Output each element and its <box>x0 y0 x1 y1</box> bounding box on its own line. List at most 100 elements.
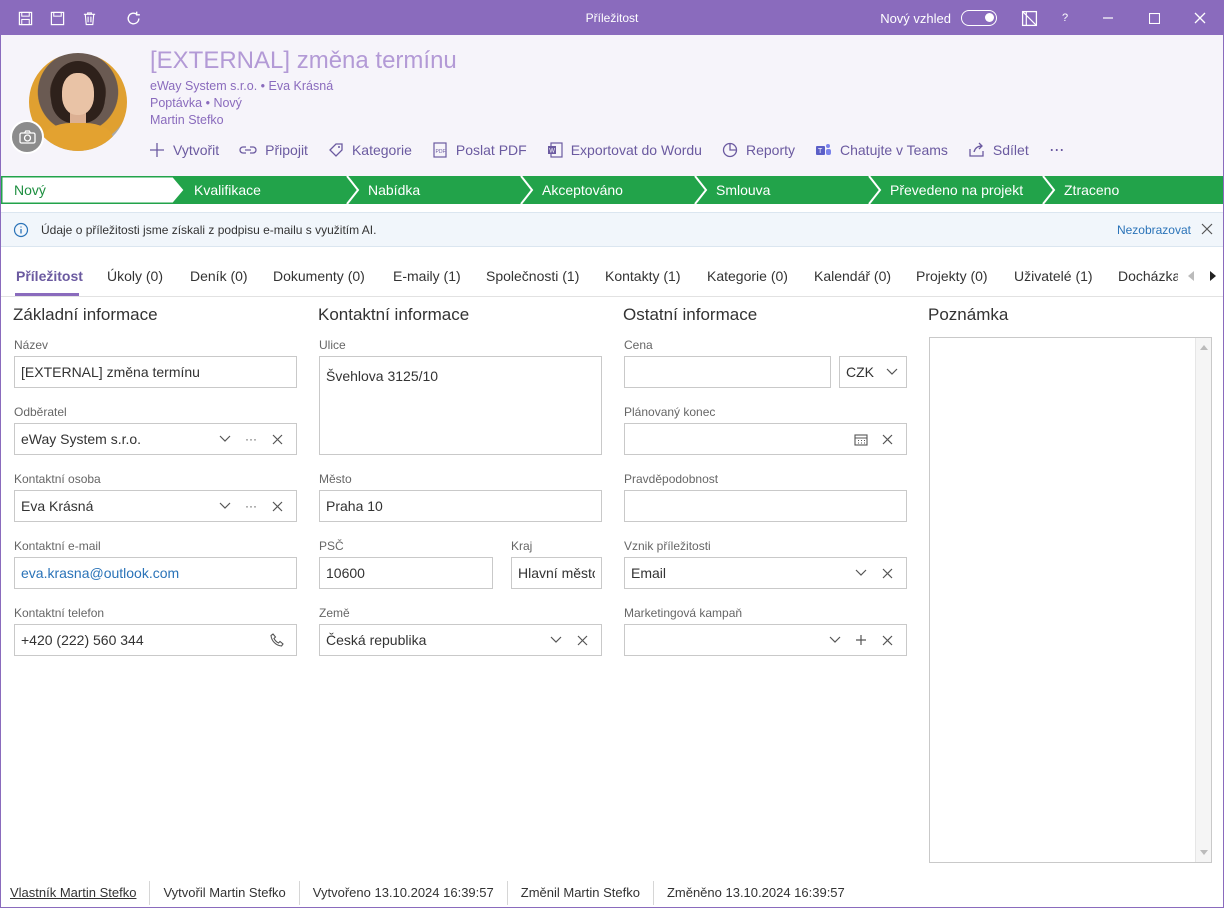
clear-icon[interactable] <box>264 434 290 445</box>
name-field[interactable]: [EXTERNAL] změna termínu <box>14 356 297 388</box>
camera-icon[interactable] <box>10 120 44 154</box>
price-field[interactable] <box>624 356 831 388</box>
help-button[interactable]: ? <box>1045 12 1085 24</box>
customer-field[interactable]: eWay System s.r.o. ··· <box>14 423 297 455</box>
delete-icon[interactable] <box>73 1 105 35</box>
other-info-title: Ostatní informace <box>623 305 758 324</box>
chevron-down-icon[interactable] <box>884 368 900 376</box>
chevron-down-icon[interactable] <box>822 636 848 644</box>
tab-attendance[interactable]: Docházka <box>1118 268 1178 284</box>
opportunity-window: Příležitost Nový vzhled ? [EXTERNAL] změ… <box>0 0 1224 908</box>
action-toolbar: Vytvořit Připojit Kategorie PDF Poslat P… <box>149 139 1084 160</box>
share-icon <box>969 142 984 157</box>
note-textarea[interactable] <box>929 337 1212 863</box>
clear-icon[interactable] <box>264 501 290 512</box>
chevron-down-icon[interactable] <box>212 435 238 443</box>
zip-field[interactable]: 10600 <box>319 557 493 589</box>
more-button[interactable]: ··· <box>1049 139 1065 160</box>
tab-documents[interactable]: Dokumenty (0) <box>273 268 365 284</box>
city-label: Město <box>319 472 352 486</box>
reports-button[interactable]: Reporty <box>722 142 795 158</box>
tab-projects[interactable]: Projekty (0) <box>916 268 988 284</box>
tab-journal[interactable]: Deník (0) <box>190 268 248 284</box>
send-pdf-button[interactable]: PDF Poslat PDF <box>432 142 527 158</box>
scroll-up-icon[interactable] <box>1200 344 1208 350</box>
save-icon[interactable] <box>41 1 73 35</box>
planned-end-field[interactable] <box>624 423 907 455</box>
contact-phone-field[interactable]: +420 (222) 560 344 <box>14 624 297 656</box>
create-button[interactable]: Vytvořit <box>149 142 219 158</box>
teams-chat-button[interactable]: T Chatujte v Teams <box>815 142 948 158</box>
record-title: [EXTERNAL] změna termínu <box>150 47 457 74</box>
tag-icon <box>329 142 343 157</box>
new-look-label: Nový vzhled <box>880 10 951 26</box>
note-scrollbar[interactable] <box>1195 338 1211 862</box>
currency-select[interactable]: CZK <box>839 356 907 388</box>
zip-label: PSČ <box>319 539 344 553</box>
clear-icon[interactable] <box>874 635 900 646</box>
chevron-down-icon[interactable] <box>212 502 238 510</box>
svg-text:T: T <box>818 148 823 155</box>
process-step-converted[interactable]: Převedeno na projekt <box>890 176 1023 204</box>
region-field[interactable]: Hlavní město <box>511 557 602 589</box>
export-word-button[interactable]: W Exportovat do Wordu <box>547 142 702 158</box>
process-step-qualification[interactable]: Kvalifikace <box>194 176 261 204</box>
created-at: Vytvořeno 13.10.2024 16:39:57 <box>300 880 508 905</box>
process-step-lost[interactable]: Ztraceno <box>1064 176 1119 204</box>
process-bar: Nový Kvalifikace Nabídka Akceptováno Sml… <box>1 176 1223 204</box>
campaign-field[interactable] <box>624 624 907 656</box>
info-text: Údaje o příležitosti jsme získali z podp… <box>41 222 377 237</box>
probability-field[interactable] <box>624 490 907 522</box>
country-field[interactable]: Česká republika <box>319 624 602 656</box>
more-dots-icon[interactable]: ··· <box>238 499 264 513</box>
chevron-down-icon[interactable] <box>848 569 874 577</box>
tabs-scroll-right-icon[interactable] <box>1209 271 1217 281</box>
tab-opportunity[interactable]: Příležitost <box>16 268 83 284</box>
share-button[interactable]: Sdílet <box>968 142 1029 158</box>
tab-contacts[interactable]: Kontakty (1) <box>605 268 680 284</box>
owner-link[interactable]: Vlastník Martin Stefko <box>1 880 151 905</box>
city-field[interactable]: Praha 10 <box>319 490 602 522</box>
clear-icon[interactable] <box>569 635 595 646</box>
add-icon[interactable] <box>848 634 874 646</box>
refresh-icon[interactable] <box>117 1 149 35</box>
street-field[interactable]: Švehlova 3125/10 <box>319 356 602 455</box>
phone-icon[interactable] <box>264 633 290 647</box>
status-footer: Vlastník Martin Stefko Vytvořil Martin S… <box>1 877 1223 908</box>
clear-icon[interactable] <box>874 568 900 579</box>
tab-tasks[interactable]: Úkoly (0) <box>107 268 163 284</box>
save-and-close-icon[interactable] <box>9 1 41 35</box>
process-step-offer[interactable]: Nabídka <box>368 176 420 204</box>
close-icon[interactable] <box>1177 1 1223 35</box>
contact-person-field[interactable]: Eva Krásná ··· <box>14 490 297 522</box>
category-button[interactable]: Kategorie <box>328 142 412 158</box>
contact-email-field[interactable]: eva.krasna@outlook.com <box>14 557 297 589</box>
minimize-icon[interactable] <box>1085 1 1131 35</box>
close-banner-icon[interactable] <box>1201 223 1213 235</box>
process-step-accepted[interactable]: Akceptováno <box>542 176 623 204</box>
process-step-contract[interactable]: Smlouva <box>716 176 770 204</box>
tab-calendar[interactable]: Kalendář (0) <box>814 268 891 284</box>
dismiss-link[interactable]: Nezobrazovat <box>1117 223 1191 237</box>
clear-icon[interactable] <box>874 434 900 445</box>
tab-users[interactable]: Uživatelé (1) <box>1014 268 1093 284</box>
calendar-icon[interactable] <box>848 433 874 446</box>
chevron-down-icon[interactable] <box>543 636 569 644</box>
tab-companies[interactable]: Společnosti (1) <box>486 268 579 284</box>
tab-categories[interactable]: Kategorie (0) <box>707 268 788 284</box>
maximize-icon[interactable] <box>1131 1 1177 35</box>
tabs-scroll-left-icon[interactable] <box>1187 271 1195 281</box>
contact-phone-label: Kontaktní telefon <box>14 606 105 620</box>
teams-icon: T <box>816 143 831 155</box>
new-look-toggle[interactable] <box>961 10 997 26</box>
scroll-down-icon[interactable] <box>1200 850 1208 856</box>
process-step-new[interactable]: Nový <box>14 176 46 204</box>
origin-field[interactable]: Email <box>624 557 907 589</box>
more-dots-icon[interactable]: ··· <box>238 432 264 446</box>
active-tab-indicator <box>15 293 79 296</box>
tab-emails[interactable]: E-maily (1) <box>393 268 461 284</box>
attach-button[interactable]: Připojit <box>239 142 308 158</box>
created-by: Vytvořil Martin Stefko <box>150 880 300 905</box>
contact-person-label: Kontaktní osoba <box>14 472 101 486</box>
layout-icon[interactable] <box>1013 1 1045 35</box>
